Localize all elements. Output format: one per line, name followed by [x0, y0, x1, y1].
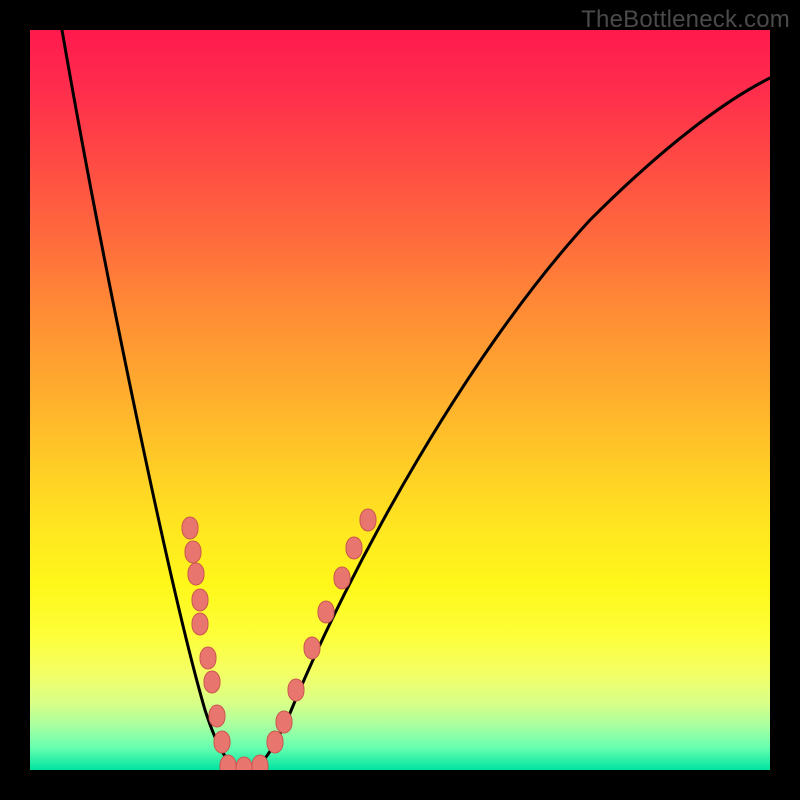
curve-marker — [185, 541, 201, 563]
curve-marker — [214, 731, 230, 753]
curve-marker — [204, 671, 220, 693]
chart-frame: TheBottleneck.com — [0, 0, 800, 800]
curve-marker — [360, 509, 376, 531]
curve-marker — [188, 563, 204, 585]
bottleneck-curve — [62, 30, 770, 770]
curve-marker — [200, 647, 216, 669]
curve-marker — [192, 613, 208, 635]
curve-marker — [209, 705, 225, 727]
curve-marker — [276, 711, 292, 733]
curve-marker — [252, 755, 268, 770]
curve-marker — [334, 567, 350, 589]
curve-marker — [267, 731, 283, 753]
curve-marker — [220, 755, 236, 770]
chart-svg — [30, 30, 770, 770]
curve-marker — [318, 601, 334, 623]
curve-marker — [192, 589, 208, 611]
plot-area — [30, 30, 770, 770]
curve-marker — [304, 637, 320, 659]
curve-marker — [236, 757, 252, 770]
curve-marker — [288, 679, 304, 701]
curve-marker — [182, 517, 198, 539]
curve-marker — [346, 537, 362, 559]
